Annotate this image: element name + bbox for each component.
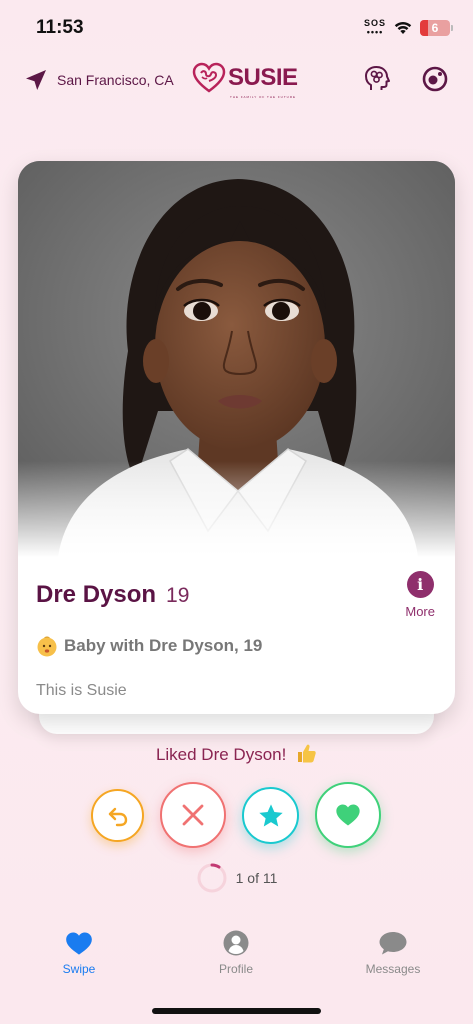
heart-brain-logo-icon [192, 62, 226, 93]
head-brain-icon [365, 66, 390, 90]
ai-brain-button[interactable] [362, 64, 392, 94]
star-icon [258, 803, 283, 826]
wifi-icon [394, 21, 412, 34]
chat-icon [379, 932, 407, 955]
tab-messages-label: Messages [365, 962, 421, 976]
profile-age: 19 [166, 584, 190, 607]
baby-emoji-icon [37, 636, 57, 657]
location-arrow-icon [26, 70, 46, 90]
tab-profile-label: Profile [218, 962, 253, 976]
close-icon [182, 804, 204, 826]
like-button[interactable] [315, 782, 381, 848]
sos-indicator: SOS •••• [364, 19, 386, 37]
lens-icon [422, 66, 448, 92]
profile-photo [18, 161, 455, 557]
tab-swipe[interactable]: Swipe [34, 930, 124, 976]
battery-level: 6 [431, 21, 439, 35]
signal-dots-icon: •••• [366, 27, 384, 37]
more-label: More [405, 604, 435, 619]
superlike-button[interactable] [242, 787, 299, 844]
tab-messages[interactable]: Messages [348, 930, 438, 976]
more-button[interactable]: i More [405, 571, 435, 619]
status-time: 11:53 [36, 17, 84, 38]
profile-bio: This is Susie [36, 682, 127, 699]
name-row: Dre Dyson 19 [36, 581, 189, 609]
thumbs-up-icon [298, 744, 316, 763]
card-counter: 1 of 11 [0, 862, 473, 894]
undo-button[interactable] [91, 789, 144, 842]
counter-text: 1 of 11 [235, 870, 278, 886]
status-bar: 11:53 SOS •••• 6 [0, 0, 473, 54]
profile-info: Dre Dyson 19 i More Baby with Dre Dyson,… [18, 557, 455, 714]
nope-button[interactable] [160, 782, 226, 848]
susie-logo: SUSIE THE FAMILY OF THE FUTURE [192, 62, 298, 99]
baby-line: Baby with Dre Dyson, 19 [64, 636, 263, 655]
heart-icon [66, 932, 92, 955]
location-label: San Francisco, CA [57, 72, 174, 88]
profile-card[interactable]: Dre Dyson 19 i More Baby with Dre Dyson,… [18, 161, 455, 714]
progress-ring-icon [197, 863, 227, 893]
action-bar [0, 782, 473, 848]
location-selector[interactable]: San Francisco, CA [24, 68, 174, 92]
tab-profile[interactable]: Profile [191, 930, 281, 976]
liked-toast: Liked Dre Dyson! [0, 742, 473, 765]
profile-name: Dre Dyson [36, 581, 157, 608]
logo-wordmark: SUSIE [228, 64, 298, 91]
portrait-image [18, 161, 455, 557]
baby-row: Baby with Dre Dyson, 19 [36, 635, 262, 657]
info-icon: i [406, 571, 434, 598]
heart-icon [336, 804, 360, 826]
status-icons: SOS •••• 6 [364, 19, 453, 37]
tab-bar: Swipe Profile Messages [0, 930, 473, 990]
person-icon [223, 930, 249, 956]
undo-icon [108, 807, 127, 826]
lens-button[interactable] [420, 64, 450, 94]
tab-swipe-label: Swipe [62, 962, 96, 976]
battery-icon: 6 [420, 20, 450, 36]
home-indicator [152, 1008, 321, 1014]
logo-tagline: THE FAMILY OF THE FUTURE [230, 95, 297, 99]
liked-text: Liked Dre Dyson! [155, 745, 287, 764]
app-header: San Francisco, CA SUSIE THE FAMILY OF TH… [0, 58, 473, 104]
